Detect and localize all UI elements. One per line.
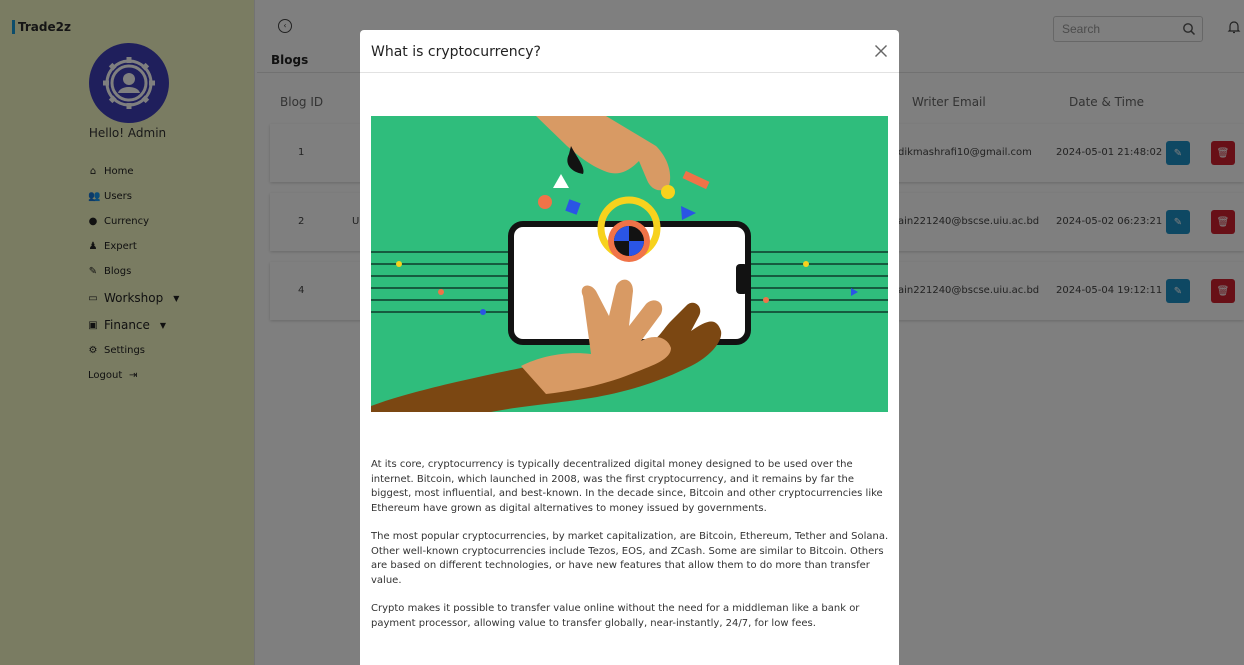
modal-header: What is cryptocurrency?: [360, 30, 899, 73]
modal-title: What is cryptocurrency?: [371, 44, 541, 60]
modal-body-text: At its core, cryptocurrency is typically…: [371, 458, 891, 645]
close-icon[interactable]: [874, 44, 888, 58]
paragraph: At its core, cryptocurrency is typically…: [371, 459, 883, 514]
crypto-illustration: [371, 116, 888, 412]
paragraph: Crypto makes it possible to transfer val…: [371, 603, 860, 629]
paragraph: The most popular cryptocurrencies, by ma…: [371, 531, 889, 586]
blog-modal: What is cryptocurrency? At its core, cry…: [360, 30, 899, 665]
